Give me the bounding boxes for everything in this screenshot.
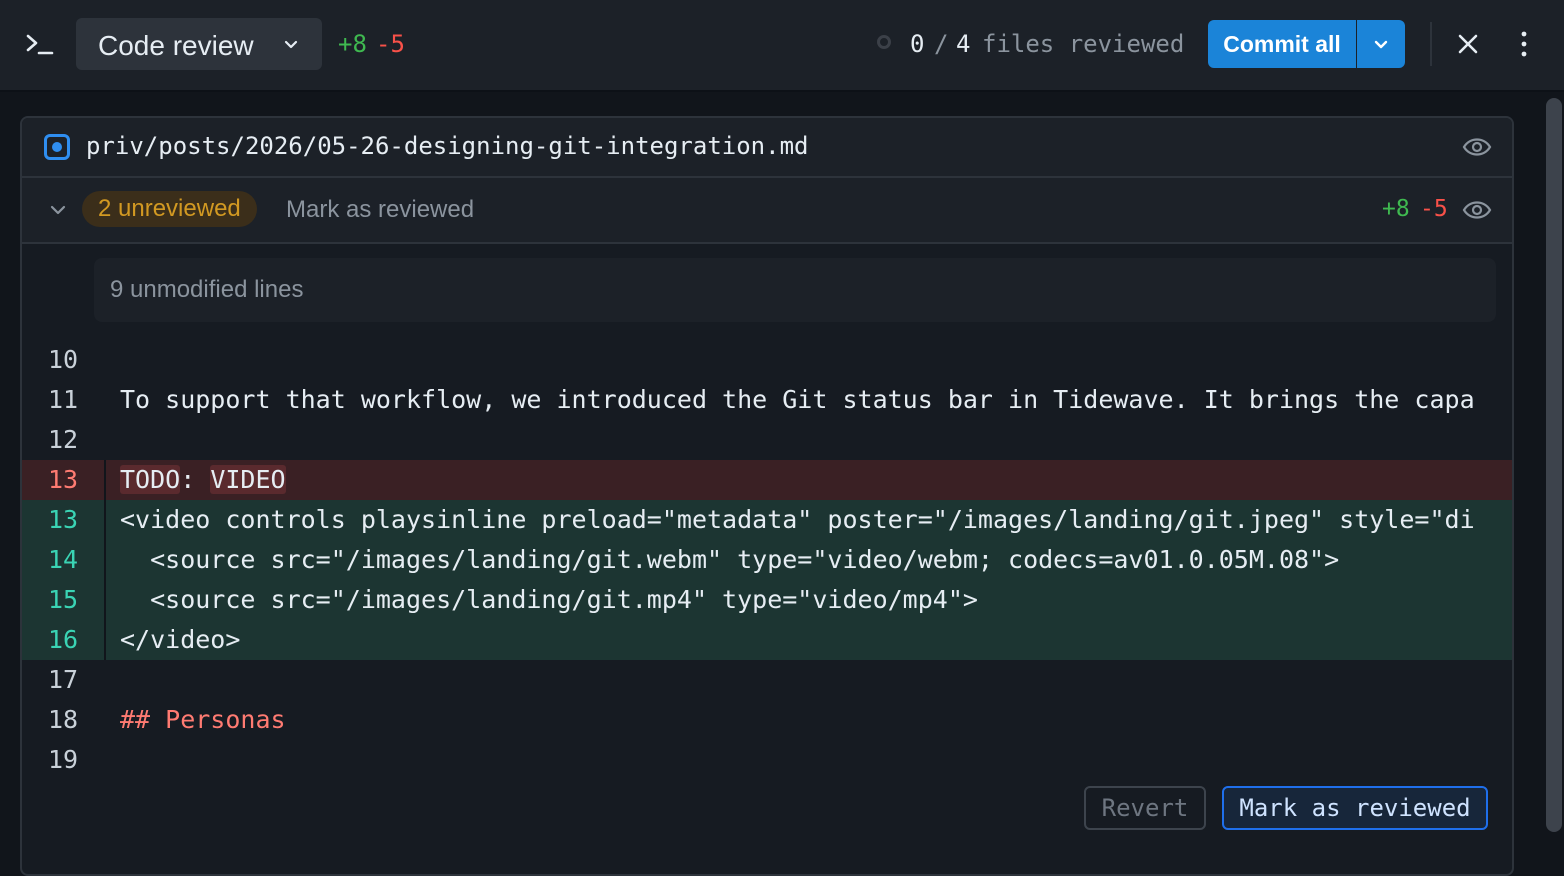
more-vertical-icon[interactable] xyxy=(1514,30,1534,58)
unmodified-lines-label: 9 unmodified lines xyxy=(110,276,304,303)
deleted-line: 13 TODO: VIDEO xyxy=(22,460,1512,500)
review-progress-icon xyxy=(877,35,891,49)
hunk-header: 2 unreviewed Mark as reviewed +8 -5 xyxy=(22,178,1512,244)
deleted-word: TODO xyxy=(120,465,181,494)
checkbox-icon[interactable] xyxy=(44,134,70,160)
chevron-down-icon xyxy=(284,40,298,49)
view-selector-dropdown[interactable]: Code review xyxy=(76,18,322,70)
line-content: <source src="/images/landing/git.mp4" ty… xyxy=(120,585,978,614)
line-content: To support that workflow, we introduced … xyxy=(120,385,1475,414)
reviewed-count: 0 xyxy=(910,30,925,58)
chevron-down-icon xyxy=(1374,40,1388,49)
file-diff-panel: priv/posts/2026/05-26-designing-git-inte… xyxy=(20,116,1514,876)
mark-as-reviewed-button[interactable]: Mark as reviewed xyxy=(1222,786,1488,830)
line-content: </video> xyxy=(120,625,241,654)
chevron-down-icon[interactable] xyxy=(48,200,68,220)
code-line: 11 To support that workflow, we introduc… xyxy=(22,380,1512,420)
reviewed-separator: / xyxy=(934,30,949,58)
line-number: 12 xyxy=(47,425,79,454)
line-number: 11 xyxy=(47,385,79,414)
gutter-separator xyxy=(104,580,106,620)
line-number: 13 xyxy=(22,500,104,540)
added-line: 14 <source src="/images/landing/git.webm… xyxy=(22,540,1512,580)
file-header: priv/posts/2026/05-26-designing-git-inte… xyxy=(22,118,1512,178)
added-line: 16 </video> xyxy=(22,620,1512,660)
commit-options-button[interactable] xyxy=(1357,20,1405,68)
line-number: 14 xyxy=(22,540,104,580)
line-number: 19 xyxy=(47,745,79,774)
line-content: ## Personas xyxy=(120,705,286,734)
reviewed-total: 4 xyxy=(956,30,971,58)
line-number: 15 xyxy=(22,580,104,620)
gutter-separator xyxy=(104,500,106,540)
file-deletions: -5 xyxy=(1420,196,1448,222)
line-number: 16 xyxy=(22,620,104,660)
file-path[interactable]: priv/posts/2026/05-26-designing-git-inte… xyxy=(86,132,808,160)
line-number: 10 xyxy=(47,345,79,374)
code-line: 10 xyxy=(22,340,1512,380)
eye-icon[interactable] xyxy=(1462,134,1492,160)
revert-button[interactable]: Revert xyxy=(1084,786,1206,830)
line-content: <video controls playsinline preload="met… xyxy=(120,505,1475,534)
code-line: 19 xyxy=(22,740,1512,780)
scrollbar-thumb[interactable] xyxy=(1546,98,1562,832)
line-content: <source src="/images/landing/git.webm" t… xyxy=(120,545,1340,574)
deleted-word: VIDEO xyxy=(210,465,286,494)
line-content: TODO: VIDEO xyxy=(120,460,286,500)
gutter-separator xyxy=(104,540,106,580)
deleted-text: : xyxy=(180,465,211,494)
toolbar-divider xyxy=(1430,22,1432,66)
line-number: 13 xyxy=(22,460,104,500)
added-line: 13 <video controls playsinline preload="… xyxy=(22,500,1512,540)
reviewed-label: files reviewed xyxy=(982,30,1185,58)
unreviewed-badge: 2 unreviewed xyxy=(82,191,257,227)
view-title: Code review xyxy=(98,30,254,61)
terminal-icon[interactable] xyxy=(24,28,54,58)
top-toolbar: Code review +8 -5 0 / 4 files reviewed C… xyxy=(0,0,1564,92)
added-line: 15 <source src="/images/landing/git.mp4"… xyxy=(22,580,1512,620)
gutter-separator xyxy=(104,620,106,660)
file-additions: +8 xyxy=(1382,196,1410,222)
code-line: 12 xyxy=(22,420,1512,460)
total-deletions: -5 xyxy=(376,30,405,58)
eye-icon[interactable] xyxy=(1462,197,1492,223)
mark-as-reviewed-link[interactable]: Mark as reviewed xyxy=(286,196,474,224)
line-number: 17 xyxy=(47,665,79,694)
code-line: 17 xyxy=(22,660,1512,700)
total-additions: +8 xyxy=(338,30,367,58)
unmodified-lines-expander[interactable]: 9 unmodified lines xyxy=(94,258,1496,322)
commit-all-button[interactable]: Commit all xyxy=(1208,20,1356,68)
close-icon[interactable] xyxy=(1456,32,1480,56)
line-number: 18 xyxy=(47,705,79,734)
gutter-separator xyxy=(104,460,106,500)
code-line: 18 ## Personas xyxy=(22,700,1512,740)
